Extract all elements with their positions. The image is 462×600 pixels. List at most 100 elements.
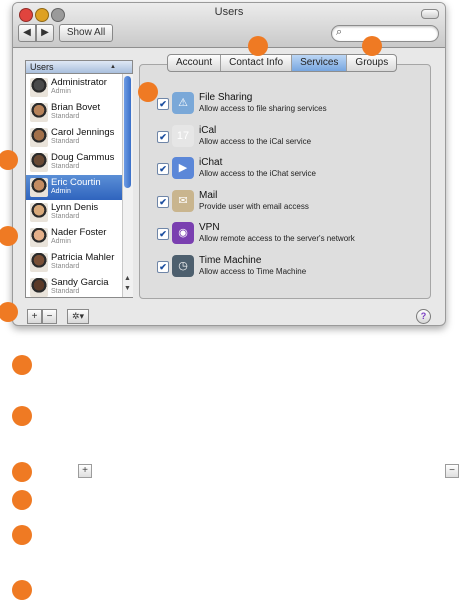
service-description: Allow remote access to the server's netw… [199, 234, 355, 243]
user-role: Standard [51, 138, 80, 145]
user-avatar [30, 203, 48, 222]
user-avatar [30, 103, 48, 122]
user-list-item[interactable]: Brian Bovet Standard [26, 100, 122, 125]
user-name: Administrator [51, 77, 107, 88]
user-name: Carol Jennings [51, 127, 115, 138]
legend-marker [12, 490, 32, 510]
service-description: Allow access to the iCal service [199, 136, 312, 146]
scroll-up-icon[interactable]: ▲ [124, 275, 131, 282]
gear-icon: ✲▾ [71, 311, 85, 321]
service-row: ✔ 17 iCal Allow access to the iCal service [153, 124, 403, 152]
user-role: Admin [51, 188, 71, 195]
service-checkbox[interactable]: ✔ [157, 98, 169, 110]
search-icon: ⌕ [336, 26, 343, 38]
user-name: Brian Bovet [51, 102, 101, 113]
user-role: Standard [51, 213, 80, 220]
user-list-item[interactable]: Eric Courtin Admin [26, 175, 122, 200]
user-role: Admin [51, 88, 71, 95]
tab-bar: Account Contact Info Services Groups [167, 54, 398, 72]
back-button[interactable]: ◀ [18, 24, 36, 42]
user-avatar [30, 178, 48, 197]
service-name: iChat [199, 157, 223, 168]
chat-icon: ▶ [172, 157, 194, 179]
forward-arrow-icon: ▶ [41, 27, 49, 38]
user-avatar [30, 128, 48, 147]
service-row: ✔ ⚠ File Sharing Allow access to file shari… [153, 91, 403, 119]
legend-add-icon: + [78, 464, 92, 478]
users-list-header[interactable]: Users ▲ [26, 61, 132, 74]
help-button[interactable]: ? [416, 309, 431, 324]
service-description: Allow access to file sharing services [199, 104, 327, 113]
service-checkbox[interactable]: ✔ [157, 228, 169, 240]
user-list-item[interactable]: Administrator Admin [26, 75, 122, 100]
window-title: Users [214, 6, 244, 18]
user-role: Standard [51, 113, 80, 120]
mail-icon: ✉ [172, 189, 194, 212]
service-checkbox[interactable]: ✔ [157, 163, 169, 175]
service-checkbox[interactable]: ✔ [157, 260, 169, 273]
user-role: Standard [51, 288, 80, 295]
time-machine-icon: ◷ [172, 254, 194, 277]
tab-contact-info[interactable]: Contact Info [221, 55, 293, 71]
add-user-button[interactable]: + [27, 309, 42, 324]
user-list-item[interactable]: Doug Cammus Standard [26, 150, 122, 175]
user-avatar [30, 153, 48, 172]
service-checkbox[interactable]: ✔ [157, 195, 169, 208]
user-name: Lynn Denis [51, 202, 99, 213]
user-name: Nader Foster [51, 227, 107, 238]
user-role: Admin [51, 238, 71, 245]
user-list-item[interactable]: Nader Foster Admin [26, 225, 122, 250]
service-name: Time Machine [199, 254, 262, 266]
service-checkbox[interactable]: ✔ [157, 130, 169, 143]
scroll-down-icon[interactable]: ▼ [124, 285, 131, 292]
toolbar-toggle-button[interactable] [421, 9, 439, 19]
sort-ascending-icon: ▲ [110, 64, 116, 70]
service-row: ✔ ◷ Time Machine Allow access to Time Machi… [153, 254, 403, 282]
users-list[interactable]: Users ▲ Administrator Admin Brian Bovet Sta… [25, 60, 133, 298]
user-list-item[interactable]: Sandy Garcia Standard [26, 275, 122, 300]
service-row: ✔ ◉ VPN Allow remote access to the server's… [153, 221, 403, 249]
service-description: Allow access to the iChat service [199, 169, 316, 178]
service-row: ✔ ▶ iChat Allow access to the iChat service [153, 156, 403, 184]
callout-marker [248, 36, 268, 56]
user-list-item[interactable]: Carol Jennings Standard [26, 125, 122, 150]
legend-marker [12, 580, 32, 600]
service-name: File Sharing [199, 92, 253, 103]
folder-icon: ⚠ [172, 92, 194, 114]
service-name: Mail [199, 189, 218, 201]
callout-marker [138, 82, 158, 102]
service-row: ✔ ✉ Mail Provide user with email access [153, 189, 403, 217]
user-name: Sandy Garcia [51, 277, 109, 288]
vpn-icon: ◉ [172, 222, 194, 244]
legend-remove-icon: − [445, 464, 459, 478]
users-scrollbar[interactable]: ▲ ▼ [122, 74, 133, 297]
scrollbar-thumb[interactable] [124, 76, 131, 188]
show-all-button[interactable]: Show All [59, 24, 113, 42]
user-role: Standard [51, 163, 80, 170]
calendar-icon: 17 [172, 124, 194, 147]
legend-marker [12, 525, 32, 545]
tab-services[interactable]: Services [292, 55, 348, 71]
users-header-label: Users [30, 62, 54, 72]
user-name: Doug Cammus [51, 152, 115, 163]
user-avatar [30, 78, 48, 97]
user-name: Eric Courtin [51, 177, 101, 188]
tab-account[interactable]: Account [168, 55, 222, 71]
user-list-item[interactable]: Patricia Mahler Standard [26, 250, 122, 275]
remove-user-button[interactable]: − [42, 309, 57, 324]
tab-groups[interactable]: Groups [347, 55, 396, 71]
service-name: iCal [199, 124, 217, 136]
service-description: Allow access to Time Machine [199, 266, 307, 276]
user-avatar [30, 253, 48, 272]
callout-marker [362, 36, 382, 56]
search-input[interactable]: ⌕ [331, 25, 439, 42]
user-list-item[interactable]: Lynn Denis Standard [26, 200, 122, 225]
legend-marker [12, 462, 32, 482]
user-role: Standard [51, 263, 80, 270]
legend-marker [12, 406, 32, 426]
action-menu-button[interactable]: ✲▾ [67, 309, 89, 324]
service-name: VPN [199, 222, 220, 233]
forward-button[interactable]: ▶ [36, 24, 54, 42]
user-name: Patricia Mahler [51, 252, 115, 263]
back-arrow-icon: ◀ [23, 27, 31, 38]
